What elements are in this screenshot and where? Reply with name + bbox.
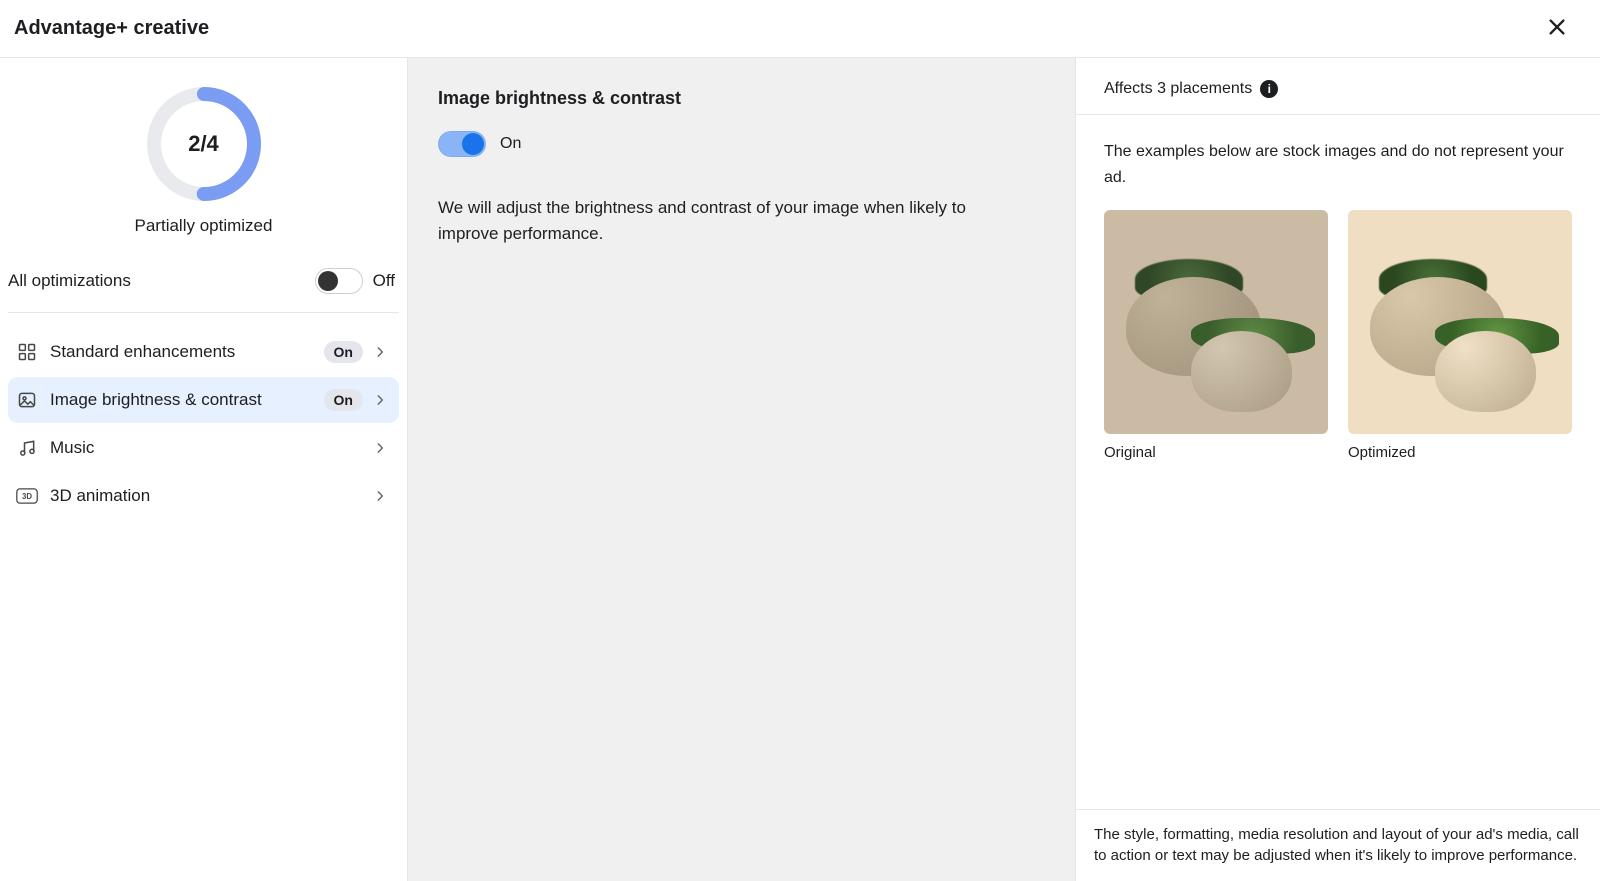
sidebar-item-label: Music: [50, 438, 94, 458]
sidebar-item-label: Standard enhancements: [50, 342, 235, 362]
examples-row: Original Optimized: [1104, 210, 1572, 461]
state-pill: On: [324, 389, 363, 411]
page-title: Advantage+ creative: [14, 17, 209, 40]
progress-donut: 2/4: [144, 84, 264, 204]
sidebar-item-label: 3D animation: [50, 486, 150, 506]
feature-toggle-state: On: [500, 135, 521, 153]
progress-label: Partially optimized: [135, 216, 273, 236]
main-title: Image brightness & contrast: [438, 88, 1045, 109]
all-optimizations-state: Off: [373, 271, 395, 291]
feature-description: We will adjust the brightness and contra…: [438, 195, 998, 246]
close-button[interactable]: [1542, 12, 1572, 45]
preview-header: Affects 3 placements i: [1076, 58, 1600, 115]
sidebar-item-music[interactable]: Music: [8, 425, 399, 471]
sidebar: 2/4 Partially optimized All optimization…: [0, 58, 408, 881]
progress-fraction: 2/4: [144, 84, 264, 204]
music-icon: [16, 437, 38, 459]
grid-icon: [16, 341, 38, 363]
preview-disclaimer: The examples below are stock images and …: [1104, 139, 1572, 190]
example-original: Original: [1104, 210, 1328, 461]
main-panel: Image brightness & contrast On We will a…: [408, 58, 1075, 881]
chevron-right-icon: [373, 441, 387, 455]
example-optimized: Optimized: [1348, 210, 1572, 461]
sidebar-item-image-brightness-contrast[interactable]: Image brightness & contrast On: [8, 377, 399, 423]
image-icon: [16, 389, 38, 411]
example-original-image: [1104, 210, 1328, 434]
3d-icon: 3D: [16, 485, 38, 507]
svg-text:3D: 3D: [22, 492, 32, 501]
sidebar-item-3d-animation[interactable]: 3D 3D animation: [8, 473, 399, 519]
preview-footer-note: The style, formatting, media resolution …: [1076, 809, 1600, 881]
state-pill: On: [324, 341, 363, 363]
chevron-right-icon: [373, 345, 387, 359]
all-optimizations-row: All optimizations Off: [8, 258, 399, 313]
info-icon[interactable]: i: [1260, 80, 1278, 98]
affects-placements-label: Affects 3 placements: [1104, 80, 1252, 98]
all-optimizations-label: All optimizations: [8, 271, 131, 291]
chevron-right-icon: [373, 393, 387, 407]
options-list: Standard enhancements On Image brightnes…: [8, 329, 399, 519]
sidebar-item-label: Image brightness & contrast: [50, 390, 262, 410]
progress-indicator: 2/4 Partially optimized: [8, 84, 399, 236]
header: Advantage+ creative: [0, 0, 1600, 58]
sidebar-item-standard-enhancements[interactable]: Standard enhancements On: [8, 329, 399, 375]
feature-toggle[interactable]: [438, 131, 486, 157]
close-icon: [1546, 16, 1568, 41]
example-original-caption: Original: [1104, 444, 1328, 461]
example-optimized-caption: Optimized: [1348, 444, 1572, 461]
preview-panel: Affects 3 placements i The examples belo…: [1075, 58, 1600, 881]
chevron-right-icon: [373, 489, 387, 503]
all-optimizations-toggle[interactable]: [315, 268, 363, 294]
example-optimized-image: [1348, 210, 1572, 434]
